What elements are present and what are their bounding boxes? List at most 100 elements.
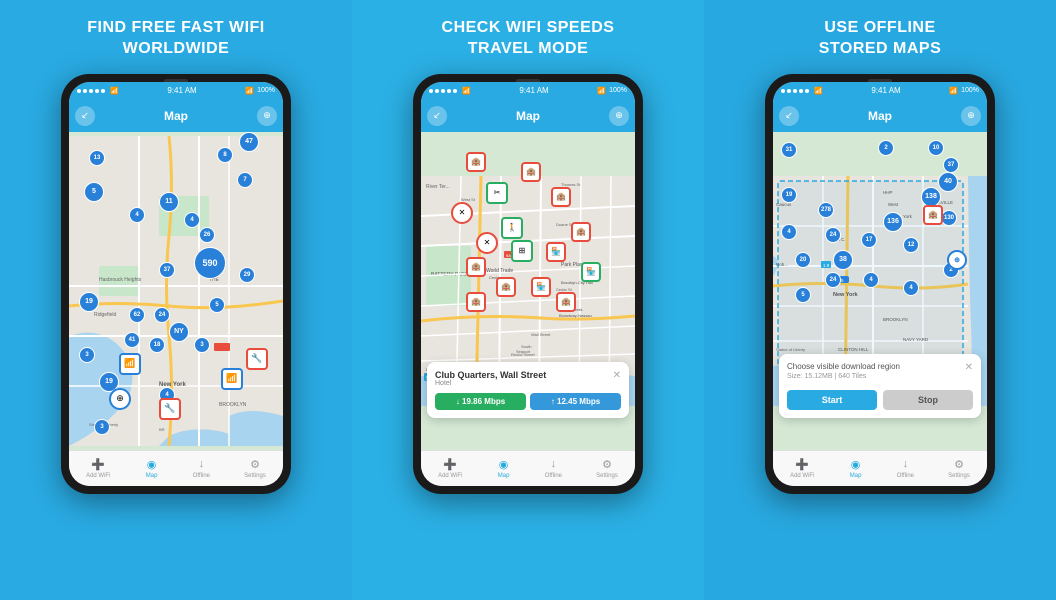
nav-add-wifi-1[interactable]: ➕ Add WiFi [86, 457, 110, 479]
nav-settings-3[interactable]: ⚙ Settings [948, 457, 970, 479]
marker-4b: 4 [184, 212, 200, 228]
status-bar-3: 📶 9:41 AM 📶 100% [773, 82, 987, 100]
travel-marker-5: ✕ [451, 202, 473, 224]
marker-13: 13 [89, 150, 105, 166]
offline-marker-278: 278 [818, 202, 834, 218]
travel-marker-6: 🚶 [501, 217, 523, 239]
panel-1-title: FIND FREE FAST WIFIWORLDWIDE [77, 18, 275, 60]
nav-add-wifi-3[interactable]: ➕ Add WiFi [790, 457, 814, 479]
marker-ny: NY [169, 322, 189, 342]
svg-text:Seaport: Seaport [516, 349, 531, 354]
back-btn-2[interactable]: ↙ [427, 106, 447, 126]
wifi-info-popup: Club Quarters, Wall Street Hotel ✕ ↓ 19.… [427, 362, 629, 418]
download-action-buttons: Start Stop [787, 390, 973, 410]
location-btn-2[interactable]: ⊕ [609, 106, 629, 126]
download-popup-close[interactable]: ✕ [965, 362, 973, 373]
settings-icon-1: ⚙ [248, 457, 262, 471]
offline-marker-10: 10 [928, 140, 944, 156]
offline-marker-40: 40 [938, 172, 958, 192]
app-bar-3: ↙ Map ⊕ [773, 100, 987, 132]
bottom-nav-1: ➕ Add WiFi ◉ Map ↓ Offline ⚙ Settings [69, 450, 283, 486]
travel-marker-10: 🏪 [546, 242, 566, 262]
offline-marker-138: 138 [921, 187, 941, 207]
offline-wifi-marker-1: 🏨 [923, 205, 943, 225]
nav-add-wifi-2[interactable]: ➕ Add WiFi [438, 457, 462, 479]
status-bar-2: 📶 9:41 AM 📶 100% [421, 82, 635, 100]
travel-marker-4: 🏨 [551, 187, 571, 207]
offline-marker-19: 19 [781, 187, 797, 203]
offline-wifi-marker-2: ⊕ [947, 250, 967, 270]
svg-text:York: York [903, 214, 913, 219]
svg-text:BROOKLYN: BROOKLYN [219, 402, 247, 408]
offline-marker-4a: 4 [781, 224, 797, 240]
travel-marker-9: ⊞ [511, 240, 533, 262]
status-time-1: 9:41 AM [167, 86, 196, 95]
travel-marker-3: ✂ [486, 182, 508, 204]
marker-29: 29 [239, 267, 255, 283]
marker-8: 8 [217, 147, 233, 163]
svg-text:River Ter...: River Ter... [426, 184, 450, 190]
settings-icon-2: ⚙ [600, 457, 614, 471]
offline-marker-130: 130 [941, 210, 957, 226]
offline-marker-17: 17 [861, 232, 877, 248]
location-btn-1[interactable]: ⊕ [257, 106, 277, 126]
svg-text:BR: BR [159, 427, 165, 432]
marker-26: 26 [199, 227, 215, 243]
marker-jrsy: 3 [79, 347, 95, 363]
add-wifi-icon-1: ➕ [91, 457, 105, 471]
nav-offline-3[interactable]: ↓ Offline [897, 457, 914, 479]
svg-text:Cedar St: Cedar St [556, 287, 573, 292]
add-wifi-icon-3: ➕ [795, 457, 809, 471]
panel-find-wifi: FIND FREE FAST WIFIWORLDWIDE 📶 9:41 AM 📶… [0, 0, 352, 600]
offline-marker-24b: 24 [825, 272, 841, 288]
nav-map-2[interactable]: ◉ Map [497, 457, 511, 479]
nav-offline-1[interactable]: ↓ Offline [193, 457, 210, 479]
marker-3a: 3 [194, 337, 210, 353]
offline-icon-3: ↓ [898, 457, 912, 471]
svg-text:1.9: 1.9 [823, 263, 830, 268]
panel-3-title: USE OFFLINESTORED MAPS [809, 18, 952, 60]
back-btn-3[interactable]: ↙ [779, 106, 799, 126]
svg-text:West St: West St [461, 197, 476, 202]
download-stop-button[interactable]: Stop [883, 390, 973, 410]
map-1: Hasbrouck Heights Ridgefield THE Hoboken… [69, 132, 283, 450]
popup-close-btn[interactable]: ✕ [613, 370, 621, 381]
svg-text:World Trade: World Trade [486, 268, 513, 274]
offline-marker-2a: 2 [878, 140, 894, 156]
popup-info: Club Quarters, Wall Street Hotel [435, 370, 546, 387]
popup-venue-type: Hotel [435, 380, 546, 387]
offline-marker-38: 38 [833, 250, 853, 270]
location-btn-3[interactable]: ⊕ [961, 106, 981, 126]
svg-text:CLINTON HILL: CLINTON HILL [838, 347, 869, 352]
phone-3: 📶 9:41 AM 📶 100% ↙ Map ⊕ [765, 74, 995, 494]
back-btn-1[interactable]: ↙ [75, 106, 95, 126]
nav-offline-2[interactable]: ↓ Offline [545, 457, 562, 479]
travel-marker-8: ✕ [476, 232, 498, 254]
panel-offline-maps: USE OFFLINESTORED MAPS 📶 9:41 AM 📶 100% [704, 0, 1056, 600]
status-bar-1: 📶 9:41 AM 📶 100% [69, 82, 283, 100]
offline-marker-20: 20 [795, 252, 811, 268]
offline-marker-4b: 4 [863, 272, 879, 288]
popup-venue-name: Club Quarters, Wall Street [435, 370, 546, 380]
travel-marker-1: 🏨 [466, 152, 486, 172]
travel-marker-2: 🏨 [521, 162, 541, 182]
nav-settings-2[interactable]: ⚙ Settings [596, 457, 618, 479]
map-2: BATTERY PARK [421, 132, 635, 450]
offline-marker-24: 24 [825, 227, 841, 243]
marker-5b: 5 [209, 297, 225, 313]
map-icon-1: ◉ [145, 457, 159, 471]
svg-text:Broadway-Nassau: Broadway-Nassau [559, 313, 592, 318]
nav-settings-1[interactable]: ⚙ Settings [244, 457, 266, 479]
wifi-icon-1c: 🔧 [159, 398, 181, 420]
download-start-button[interactable]: Start [787, 390, 877, 410]
travel-marker-13: 🏨 [496, 277, 516, 297]
offline-marker-136: 136 [883, 212, 903, 232]
travel-marker-15: 🏨 [466, 292, 486, 312]
status-right-2: 📶 100% [597, 87, 627, 95]
marker-top-right: 7 [237, 172, 253, 188]
status-right-3: 📶 100% [949, 87, 979, 95]
nav-map-3[interactable]: ◉ Map [849, 457, 863, 479]
nav-map-1[interactable]: ◉ Map [145, 457, 159, 479]
travel-marker-11: 🏨 [466, 257, 486, 277]
download-popup-subtitle: Size: 15.12MB | 640 Tiles [787, 373, 900, 380]
